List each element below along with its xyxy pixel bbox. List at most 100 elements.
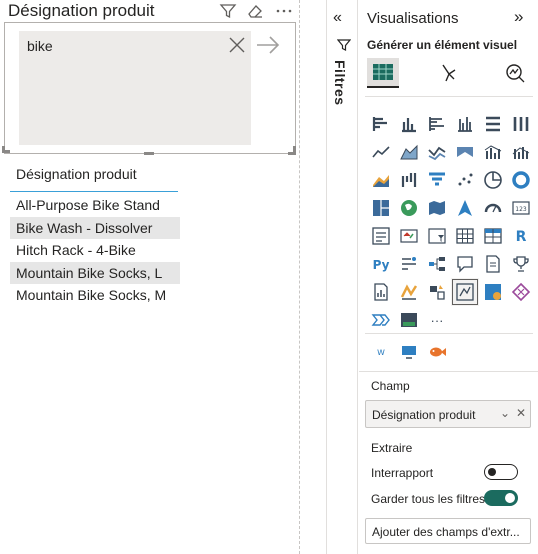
divider <box>359 371 538 372</box>
divider <box>365 333 533 334</box>
collapse-pane-button[interactable]: » <box>514 7 523 27</box>
toggle-knob <box>488 468 496 476</box>
resize-handle[interactable] <box>293 146 296 154</box>
key-influencers-icon[interactable] <box>395 250 423 278</box>
paintbrush-icon <box>442 64 456 82</box>
donut-chart-icon[interactable] <box>507 166 535 194</box>
fish-visual-icon[interactable] <box>423 338 451 366</box>
filled-map-icon[interactable] <box>423 194 451 222</box>
paginated-report-icon[interactable] <box>367 278 395 306</box>
matrix-icon[interactable] <box>479 222 507 250</box>
line-chart-icon[interactable] <box>367 138 395 166</box>
clear-search-icon[interactable] <box>228 36 246 54</box>
r-visual-icon[interactable]: R <box>507 222 535 250</box>
slicer-list: All-Purpose Bike Stand Bike Wash - Disso… <box>10 194 180 307</box>
list-item[interactable]: Mountain Bike Socks, M <box>10 284 180 307</box>
table-build-icon <box>373 64 393 80</box>
divider <box>365 96 533 97</box>
search-input[interactable]: bike <box>27 38 53 54</box>
analytics-tab[interactable] <box>499 58 531 88</box>
stacked-area-chart-icon[interactable] <box>423 138 451 166</box>
kpi-icon[interactable] <box>395 222 423 250</box>
100-stacked-bar-icon[interactable] <box>479 110 507 138</box>
format-visual-tab[interactable] <box>433 58 465 88</box>
qna-icon[interactable] <box>451 250 479 278</box>
list-item[interactable]: Hitch Rack - 4-Bike <box>10 239 180 262</box>
goals-trophy-icon[interactable] <box>507 250 535 278</box>
visualizations-pane: Visualisations » Générer un élément visu… <box>359 0 538 554</box>
field-section-label: Champ <box>371 379 410 393</box>
cross-report-toggle[interactable] <box>484 464 518 480</box>
field-well[interactable]: Désignation produit ⌄ ✕ <box>365 400 531 428</box>
monitor-visual-icon[interactable] <box>395 338 423 366</box>
cross-report-label: Interrapport <box>371 466 434 480</box>
filter-pane-icon <box>337 39 351 51</box>
python-visual-icon[interactable]: Py <box>367 250 395 278</box>
toggle-knob <box>505 493 515 503</box>
eraser-icon[interactable] <box>246 2 264 20</box>
resize-handle[interactable] <box>2 146 5 153</box>
map-icon[interactable] <box>395 194 423 222</box>
power-automate-visual-icon[interactable] <box>423 278 451 306</box>
treemap-icon[interactable] <box>367 194 395 222</box>
add-drillthrough-fields-well[interactable]: Ajouter des champs d'extr... <box>365 518 531 544</box>
slicer-list-header: Désignation produit <box>16 166 137 182</box>
custom-visual-selected-icon[interactable] <box>451 278 479 306</box>
svg-text:R: R <box>516 229 527 245</box>
azure-map-icon[interactable] <box>451 194 479 222</box>
svg-text:123: 123 <box>515 206 527 213</box>
pro-visual-icon[interactable] <box>395 306 423 334</box>
more-visuals-icon[interactable]: ··· <box>423 306 451 334</box>
area-chart-icon[interactable] <box>395 138 423 166</box>
word-cloud-icon[interactable]: w <box>367 338 395 366</box>
scatter-chart-icon[interactable] <box>451 166 479 194</box>
clustered-bar-chart-icon[interactable] <box>423 110 451 138</box>
build-visual-tab[interactable] <box>367 58 399 88</box>
metrics-diamond-icon[interactable] <box>507 278 535 306</box>
funnel-chart-icon[interactable] <box>423 166 451 194</box>
100-stacked-column-icon[interactable] <box>507 110 535 138</box>
chevron-down-icon[interactable]: ⌄ <box>500 406 510 420</box>
power-apps-visual-icon[interactable] <box>395 278 423 306</box>
waterfall-chart-icon[interactable] <box>395 166 423 194</box>
multi-row-card-icon[interactable] <box>367 222 395 250</box>
card-icon[interactable]: 123 <box>507 194 535 222</box>
filters-label[interactable]: Filtres <box>332 60 348 106</box>
magnifier-chart-icon <box>506 64 525 83</box>
table-icon[interactable] <box>451 222 479 250</box>
custom-visuals-row: w <box>367 338 451 366</box>
header-underline <box>10 191 178 192</box>
stacked-bar-chart-icon[interactable] <box>367 110 395 138</box>
expand-filters-button[interactable]: « <box>333 9 342 27</box>
chevron-process-icon[interactable] <box>367 306 395 334</box>
arrow-right-icon[interactable] <box>255 34 281 56</box>
slicer-title: Désignation produit <box>8 1 155 20</box>
gauge-icon[interactable] <box>479 194 507 222</box>
list-item[interactable]: Mountain Bike Socks, L <box>10 261 180 284</box>
more-options-icon[interactable] <box>275 2 293 20</box>
line-and-column-chart-icon[interactable] <box>479 138 507 166</box>
line-and-clustered-column-icon[interactable] <box>507 138 535 166</box>
stacked-column-chart-icon[interactable] <box>395 110 423 138</box>
filters-pane: « Filtres <box>326 0 358 554</box>
decomposition-tree-icon[interactable] <box>423 250 451 278</box>
smart-narrative-icon[interactable] <box>479 250 507 278</box>
slicer-icon[interactable] <box>423 222 451 250</box>
list-item[interactable]: Bike Wash - Dissolver <box>10 216 180 239</box>
field-well-value: Désignation produit <box>372 408 476 422</box>
keep-all-filters-toggle[interactable] <box>484 490 518 506</box>
ribbon-area-icon[interactable] <box>367 166 395 194</box>
pane-title: Visualisations <box>367 10 459 27</box>
svg-text:Py: Py <box>373 258 390 272</box>
list-item[interactable]: All-Purpose Bike Stand <box>10 194 180 217</box>
filter-icon[interactable] <box>219 2 237 20</box>
resize-handle[interactable] <box>144 152 154 155</box>
remove-field-icon[interactable]: ✕ <box>516 406 526 420</box>
ribbon-chart-icon[interactable] <box>451 138 479 166</box>
arcgis-map-icon[interactable] <box>479 278 507 306</box>
search-box[interactable] <box>19 31 251 145</box>
report-canvas: Désignation produit bike Désignation pro… <box>0 0 300 554</box>
clustered-column-chart-icon[interactable] <box>451 110 479 138</box>
pie-chart-icon[interactable] <box>479 166 507 194</box>
drillthrough-section-label: Extraire <box>371 441 413 455</box>
